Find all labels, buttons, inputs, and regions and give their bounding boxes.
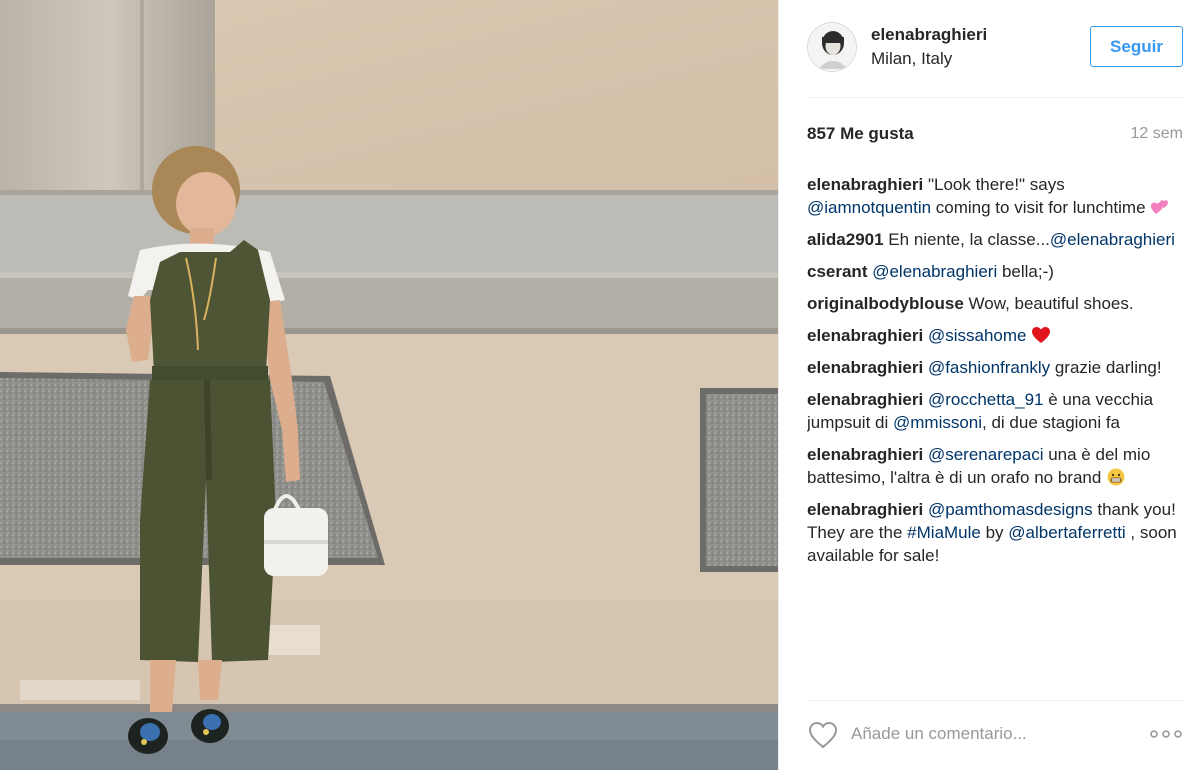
- comment-item: elenabraghieri @pamthomasdesigns thank y…: [807, 498, 1179, 567]
- comment-item: elenabraghieri @sissahome: [807, 324, 1179, 347]
- comment-item: cserant @elenabraghieri bella;-): [807, 260, 1179, 283]
- comment-author[interactable]: elenabraghieri: [807, 326, 923, 345]
- avatar[interactable]: [807, 22, 857, 72]
- follow-button[interactable]: Seguir: [1090, 26, 1183, 67]
- mention-link[interactable]: @rocchetta_91: [928, 390, 1044, 409]
- red-heart-emoji-icon: [1031, 326, 1051, 344]
- comment-author[interactable]: elenabraghieri: [807, 500, 923, 519]
- username[interactable]: elenabraghieri: [871, 25, 987, 45]
- mention-link[interactable]: @iamnotquentin: [807, 198, 931, 217]
- comment-item: elenabraghieri @serenarepaci una è del m…: [807, 443, 1179, 489]
- grinning-face-emoji-icon: [1106, 468, 1126, 486]
- mention-link[interactable]: @sissahome: [928, 326, 1027, 345]
- two-hearts-emoji-icon: [1150, 198, 1170, 216]
- comment-text: grazie darling!: [1050, 358, 1162, 377]
- comment-text: Wow, beautiful shoes.: [968, 294, 1134, 313]
- mention-link[interactable]: #MiaMule: [907, 523, 981, 542]
- mention-link[interactable]: @elenabraghieri: [872, 262, 997, 281]
- comment-list: elenabraghieri "Look there!" says @iamno…: [807, 173, 1179, 699]
- post-footer: [807, 700, 1183, 770]
- photo-image: [0, 0, 778, 770]
- comment-author[interactable]: elenabraghieri: [807, 175, 923, 194]
- comment-text: , di due stagioni fa: [982, 413, 1121, 432]
- location-link[interactable]: Milan, Italy: [871, 49, 952, 69]
- comment-item: elenabraghieri @rocchetta_91 è una vecch…: [807, 388, 1179, 434]
- post-age[interactable]: 12 sem: [1131, 125, 1183, 143]
- more-options-icon[interactable]: [1149, 723, 1183, 745]
- mention-link[interactable]: @mmissoni: [893, 413, 982, 432]
- comment-author[interactable]: originalbodyblouse: [807, 294, 964, 313]
- mention-link[interactable]: @elenabraghieri: [1050, 230, 1175, 249]
- comment-author[interactable]: elenabraghieri: [807, 445, 923, 464]
- comment-author[interactable]: elenabraghieri: [807, 390, 923, 409]
- comment-author[interactable]: elenabraghieri: [807, 358, 923, 377]
- profile-photo-icon: [808, 23, 856, 71]
- comment-text: bella;-): [997, 262, 1054, 281]
- post-side-panel: elenabraghieri Milan, Italy Seguir 857 M…: [778, 0, 1200, 770]
- comment-author[interactable]: alida2901: [807, 230, 884, 249]
- post-header: elenabraghieri Milan, Italy Seguir: [807, 20, 1183, 98]
- mention-link[interactable]: @albertaferretti: [1008, 523, 1125, 542]
- likes-count[interactable]: 857 Me gusta: [807, 124, 914, 144]
- heart-outline-icon[interactable]: [807, 720, 839, 750]
- mention-link[interactable]: @pamthomasdesigns: [928, 500, 1093, 519]
- comment-item: elenabraghieri "Look there!" says @iamno…: [807, 173, 1179, 219]
- comment-text: "Look there!" says: [927, 175, 1065, 194]
- comment-text: coming to visit for lunchtime: [931, 198, 1151, 217]
- mention-link[interactable]: @fashionfrankly: [928, 358, 1050, 377]
- post-stats: 857 Me gusta 12 sem: [807, 124, 1183, 148]
- comment-item: originalbodyblouse Wow, beautiful shoes.: [807, 292, 1179, 315]
- comment-item: elenabraghieri @fashionfrankly grazie da…: [807, 356, 1179, 379]
- comment-input[interactable]: [851, 719, 1121, 749]
- comment-text: Eh niente, la classe...: [888, 230, 1050, 249]
- comment-item: alida2901 Eh niente, la classe...@elenab…: [807, 228, 1179, 251]
- comment-author[interactable]: cserant: [807, 262, 867, 281]
- mention-link[interactable]: @serenarepaci: [928, 445, 1044, 464]
- post-photo[interactable]: [0, 0, 778, 770]
- comment-text: by: [980, 523, 1009, 542]
